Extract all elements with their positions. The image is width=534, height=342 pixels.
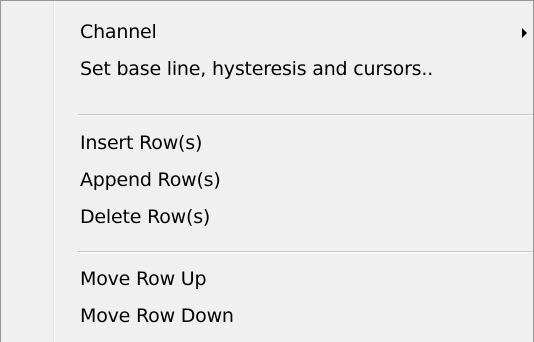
menu-item-set-base-line[interactable]: Set base line, hysteresis and cursors.. [4, 54, 530, 90]
menu-item-label: Move Row Up [80, 268, 207, 290]
context-menu: Channel Set base line, hysteresis and cu… [0, 0, 534, 342]
menu-separator [78, 114, 533, 116]
menu-item-label: Move Row Down [80, 305, 234, 327]
menu-item-label: Delete Row(s) [80, 206, 211, 228]
menu-item-label: Append Row(s) [80, 169, 221, 191]
menu-item-channel[interactable]: Channel [4, 17, 530, 53]
menu-item-move-row-up[interactable]: Move Row Up [4, 264, 530, 300]
chevron-right-icon [522, 28, 527, 38]
menu-item-label: Insert Row(s) [80, 132, 203, 154]
menu-separator [78, 251, 533, 253]
menu-item-label: Set base line, hysteresis and cursors.. [80, 58, 434, 80]
menu-item-delete-rows[interactable]: Delete Row(s) [4, 202, 530, 238]
menu-item-move-row-down[interactable]: Move Row Down [4, 301, 530, 337]
menu-item-label: Channel [80, 21, 157, 43]
menu-item-append-rows[interactable]: Append Row(s) [4, 165, 530, 201]
menu-item-insert-rows[interactable]: Insert Row(s) [4, 128, 530, 164]
